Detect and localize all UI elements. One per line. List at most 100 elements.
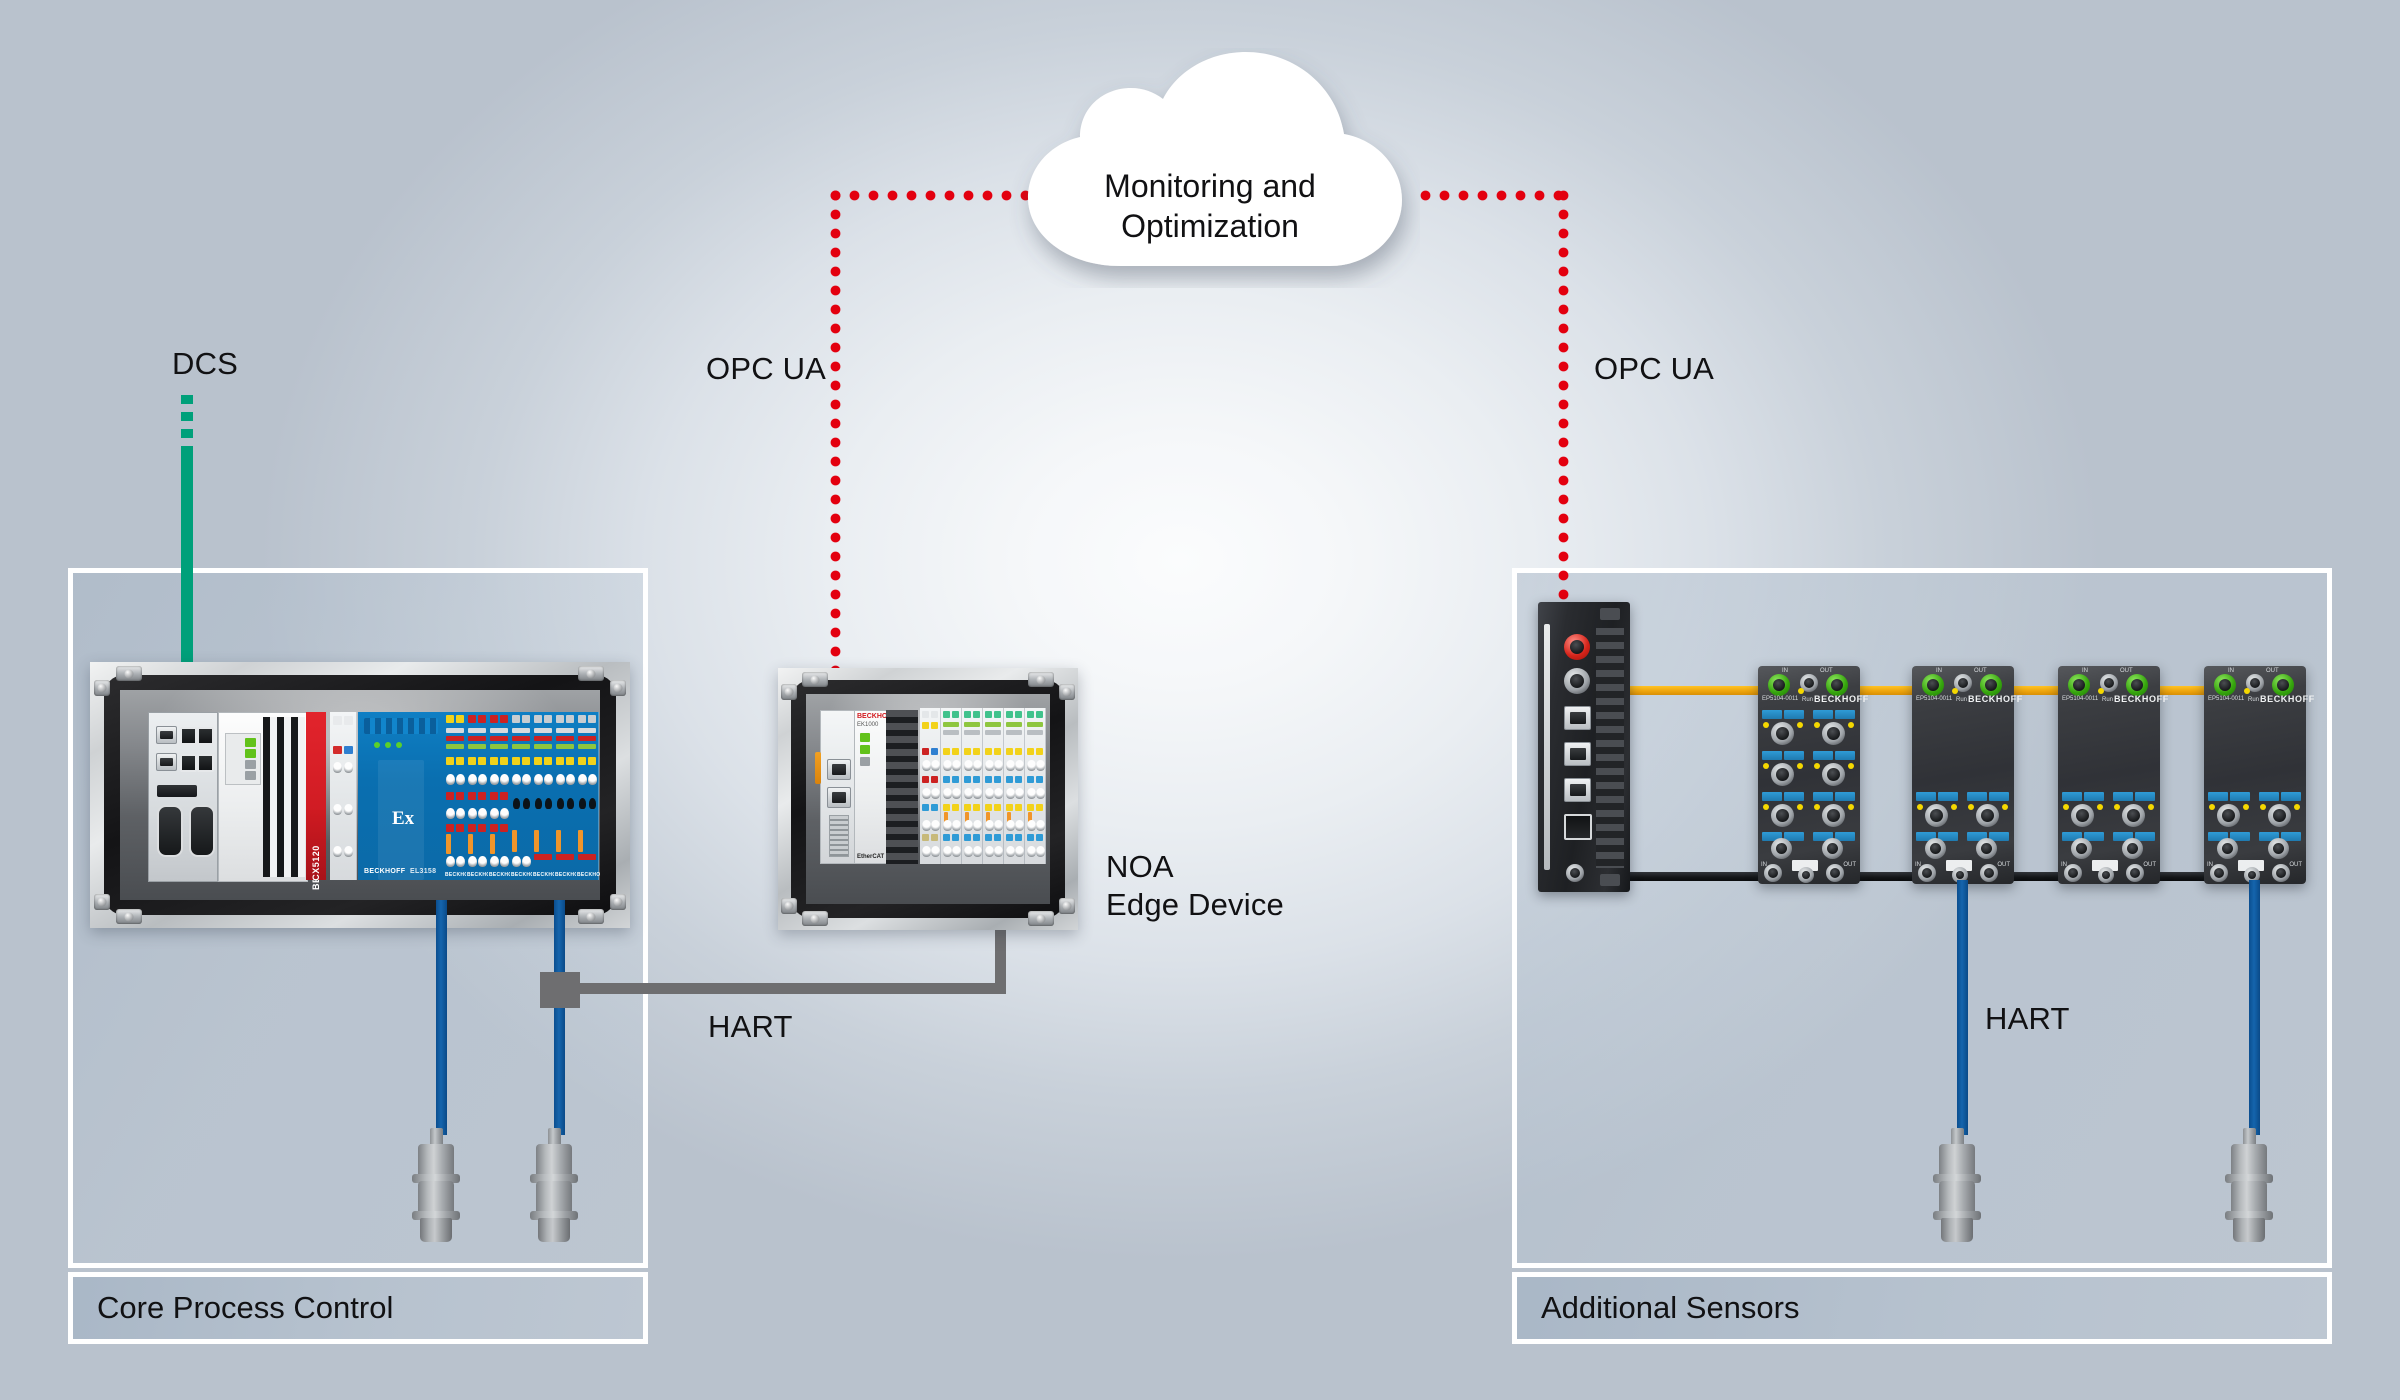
- chip-h: [973, 776, 980, 783]
- pin-t2: [522, 774, 531, 785]
- chip-orange: [468, 834, 473, 854]
- chip-top-b: [478, 715, 486, 723]
- chip-g: [943, 776, 950, 783]
- chip-mid-b: [468, 736, 486, 741]
- io-connector: [1822, 763, 1845, 786]
- chip-i: [922, 804, 929, 811]
- chip-j: [1015, 804, 1022, 811]
- pin-5: [943, 820, 952, 831]
- chip-top-a: [578, 715, 586, 723]
- run-label: Run: [1802, 697, 1814, 703]
- channel-strip: [1813, 792, 1833, 801]
- chip-j: [994, 804, 1001, 811]
- pin-7: [985, 846, 994, 857]
- channel-strip: [1784, 751, 1804, 760]
- chip-dark-a: [579, 798, 586, 809]
- usb-port-1: [180, 727, 197, 745]
- cabinet-screw: [94, 894, 110, 910]
- pin-3: [333, 804, 342, 815]
- chip-lbl-c: [468, 792, 476, 800]
- ethercat-in-port: [1768, 674, 1790, 696]
- pin-4: [344, 804, 353, 815]
- channel-strip: [2281, 792, 2301, 801]
- box-model: EP5104-0011: [1762, 696, 1799, 702]
- channel-led: [1848, 722, 1854, 728]
- box-model: EP5104-0011: [1916, 696, 1953, 702]
- chip-mid-a: [446, 728, 464, 733]
- chip-mid-b: [556, 736, 574, 741]
- label-opc-ua-left: OPC UA: [706, 351, 827, 386]
- io-connector: [2268, 838, 2289, 859]
- zone-additional-sensors-footer: Additional Sensors: [1512, 1272, 2332, 1344]
- status-led: [2098, 688, 2104, 694]
- chip-b: [344, 716, 353, 725]
- bottom-out-label: OUT: [2289, 862, 2302, 868]
- terminal-slice: BECKHOFF: [488, 712, 519, 880]
- coupler-mount-bottom: [1600, 874, 1620, 886]
- label-hart-center: HART: [708, 1009, 793, 1044]
- cabinet-screw: [610, 894, 626, 910]
- chip-l: [1015, 834, 1022, 841]
- port-out-label: OUT: [1820, 668, 1833, 674]
- channel-strip: [1762, 710, 1782, 719]
- pin-8: [1036, 846, 1045, 857]
- pin-4: [1036, 788, 1045, 799]
- pin-3: [1027, 788, 1036, 799]
- pin-t1: [490, 774, 499, 785]
- chip-l: [973, 834, 980, 841]
- ex-led-1: [374, 742, 380, 748]
- chip-i: [1006, 804, 1013, 811]
- ethercat-in-port: [2214, 674, 2236, 696]
- chip-mid-c: [578, 744, 596, 749]
- ethercat-io-box-1: IN OUT EP5104-0011 Run BECKHOFF IN OUT: [1758, 666, 1868, 884]
- io-connector: [2268, 804, 2291, 827]
- channel-strip: [1967, 792, 1987, 801]
- cabinet-interior: BECKHOFF CX5120: [120, 690, 600, 900]
- power-out-connector: [1826, 864, 1844, 882]
- pin-t1: [446, 774, 455, 785]
- channel-led: [2260, 804, 2266, 810]
- hart-link-horizontal: [574, 983, 1006, 994]
- sensor-body-mid: [418, 1181, 454, 1213]
- chip-mid-b: [578, 736, 596, 741]
- sensor-body-mid: [536, 1181, 572, 1213]
- chip-f: [952, 748, 959, 755]
- chip-d: [344, 746, 353, 754]
- io-connector: [2071, 838, 2092, 859]
- chip-b: [1036, 711, 1043, 718]
- usb-port-4: [197, 754, 214, 772]
- pin-t5: [512, 856, 521, 867]
- power-in-connector: [1918, 864, 1936, 882]
- sensor-tip: [538, 1218, 570, 1242]
- pin-t3: [490, 808, 499, 819]
- channel-led: [2243, 804, 2249, 810]
- io-connector: [1925, 838, 1946, 859]
- m12-ground: [1566, 864, 1584, 882]
- chip-mid-a: [556, 728, 574, 733]
- opc-ua-right-vertical: [1558, 190, 1569, 605]
- noa-edge-device-cabinet: BECKHOFF EK1000 EtherCAT: [778, 668, 1078, 930]
- sensor-body-mid: [2231, 1181, 2267, 1213]
- chip-lbl-b: [478, 757, 486, 765]
- status-led: [2244, 688, 2250, 694]
- chip-k: [1027, 834, 1034, 841]
- chip-h: [1036, 776, 1043, 783]
- chip-top-b: [456, 715, 464, 723]
- plc-vent-stripes: [263, 717, 305, 877]
- dvi-port: [189, 805, 215, 857]
- port-in-label: IN: [2228, 668, 2234, 674]
- bottom-out-label: OUT: [1997, 862, 2010, 868]
- sensor-body: [536, 1144, 572, 1178]
- power-out-connector: [2272, 864, 2290, 882]
- cabinet-screw: [1059, 898, 1075, 914]
- chip-f: [994, 748, 1001, 755]
- chip-lbl-a: [556, 757, 564, 765]
- opc-ua-left-vertical: [830, 190, 841, 690]
- power-out-connector: [2126, 864, 2144, 882]
- chip-mid-c: [512, 744, 530, 749]
- io-connector: [1771, 763, 1794, 786]
- chip-orange: [512, 830, 517, 852]
- power-in-connector: [2064, 864, 2082, 882]
- channel-strip: [2084, 792, 2104, 801]
- cabinet-screw: [802, 911, 828, 926]
